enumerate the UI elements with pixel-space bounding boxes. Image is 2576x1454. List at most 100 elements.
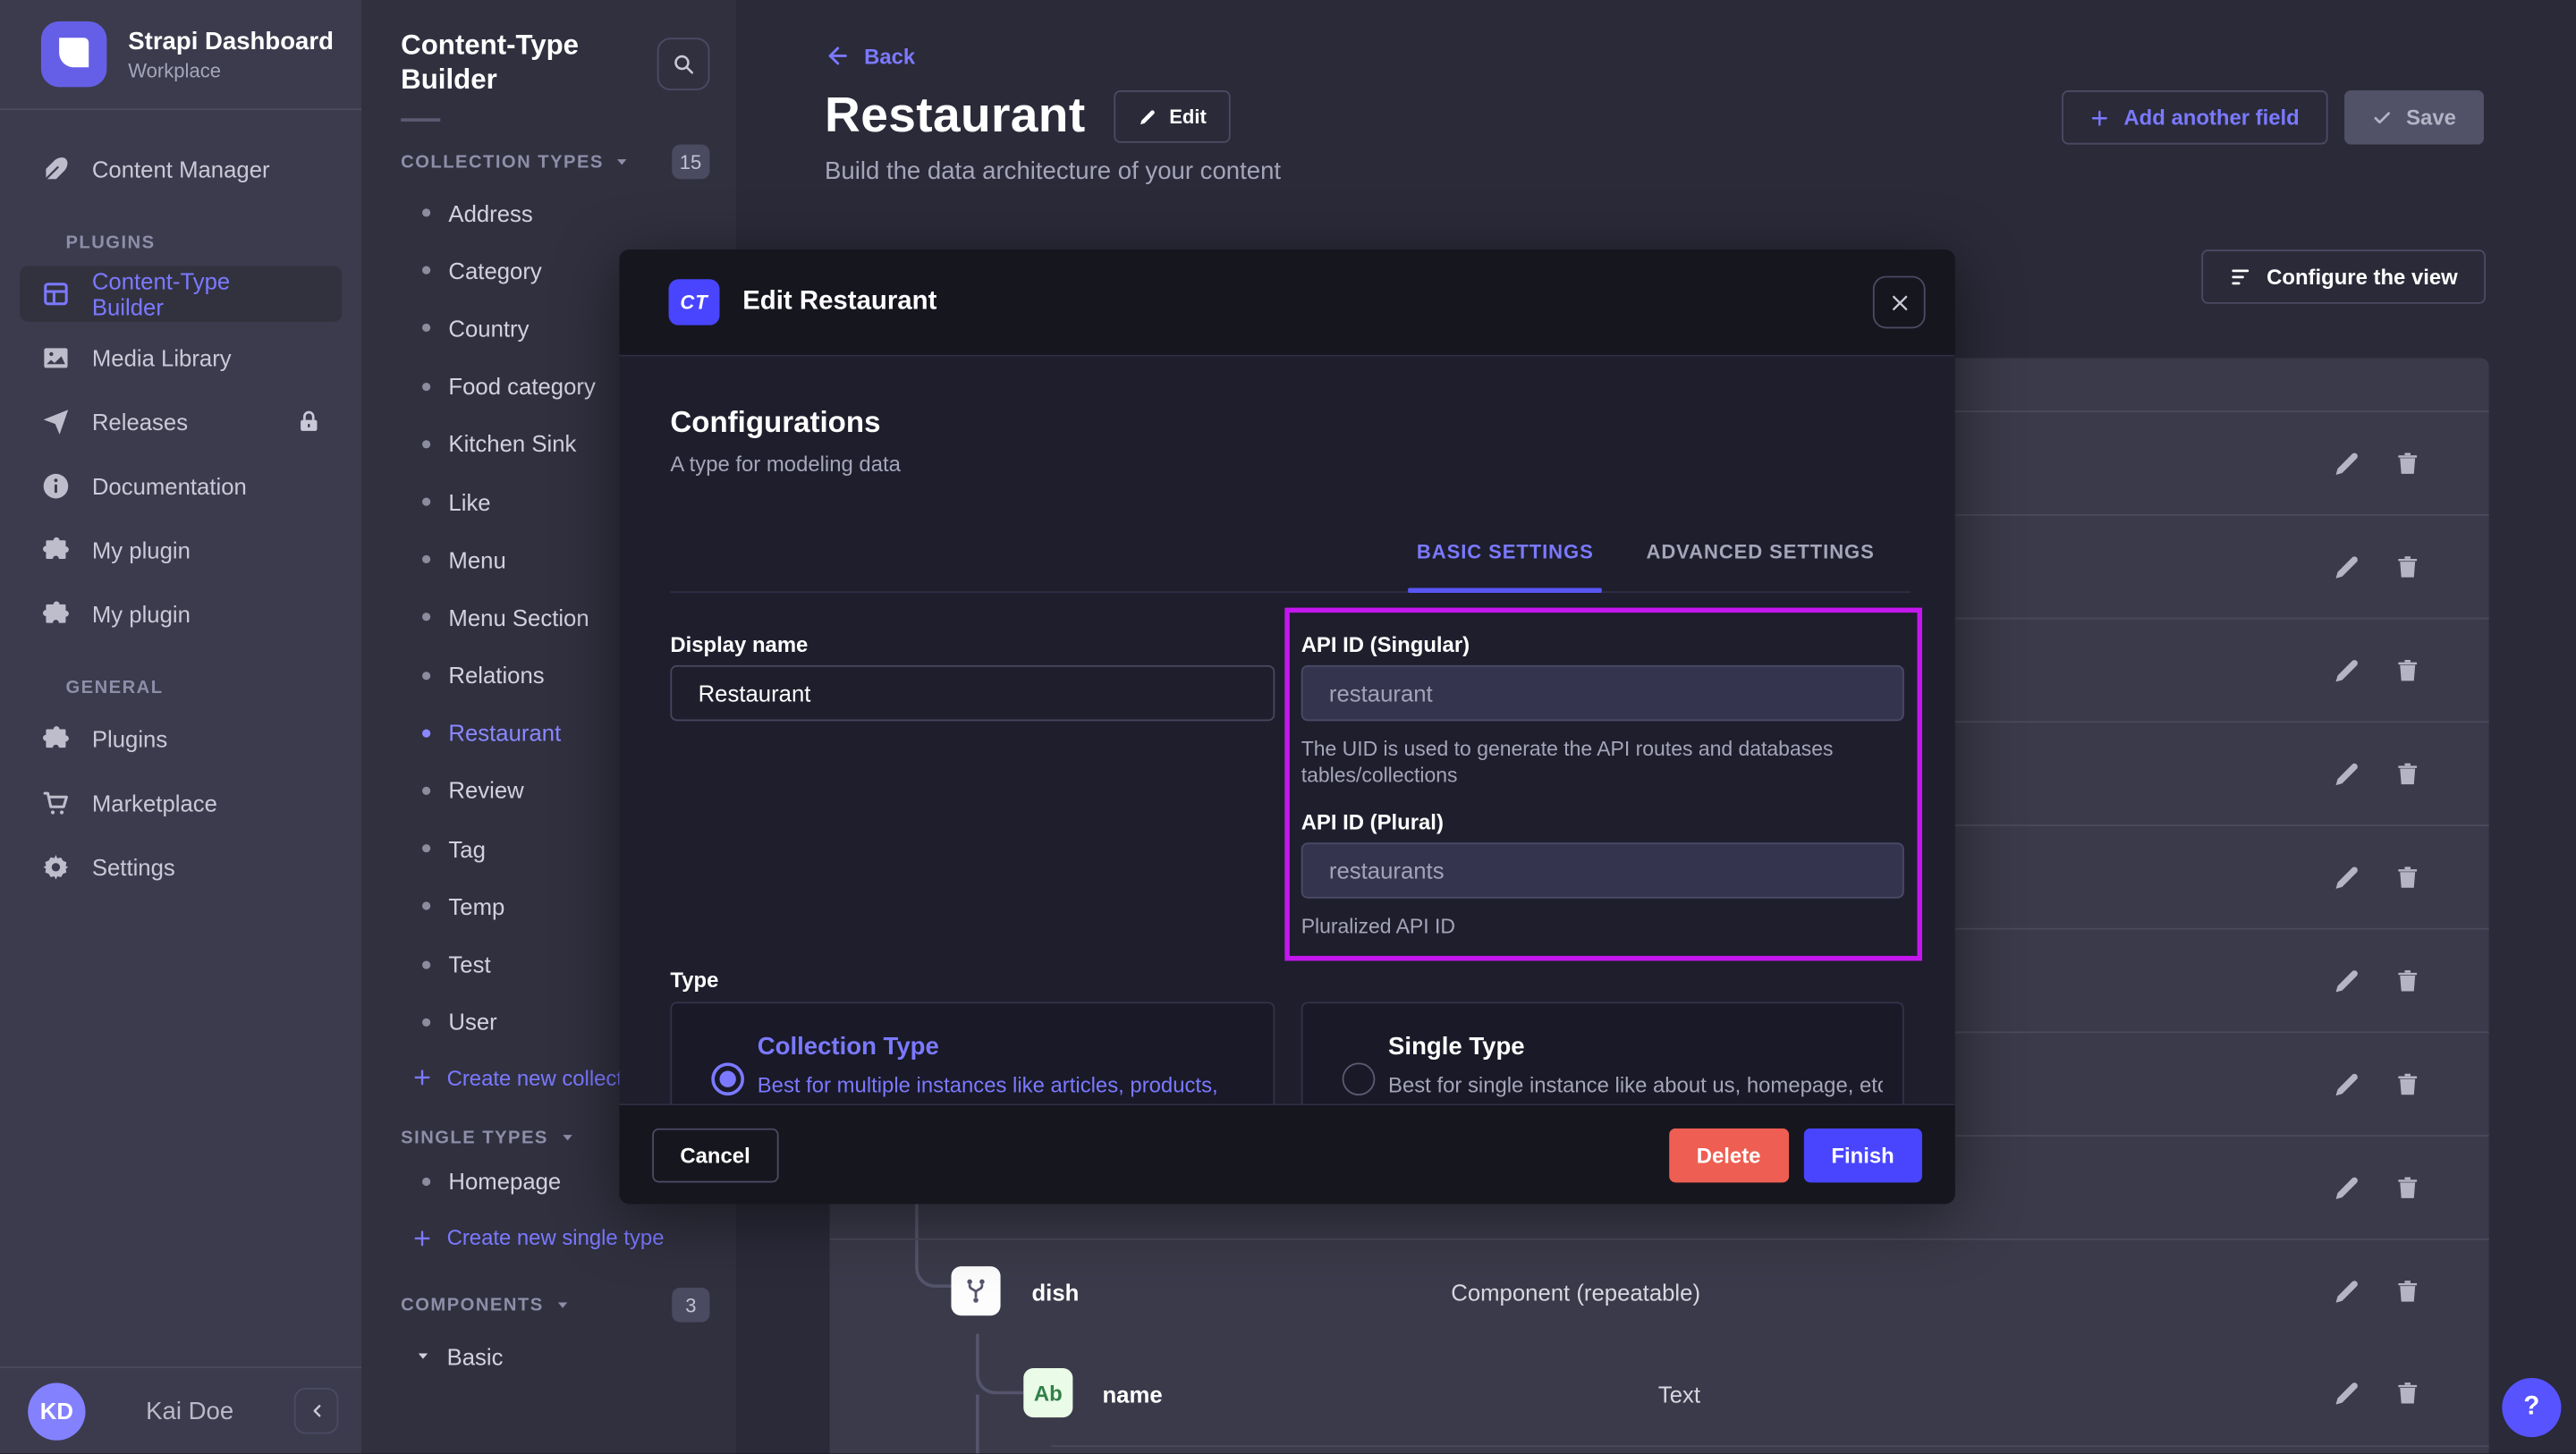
type-label: Type (670, 968, 718, 993)
sidebar-item-content-manager[interactable]: Content Manager (20, 141, 342, 197)
item-icon (41, 536, 71, 565)
bullet-icon (422, 613, 430, 621)
settings-tab[interactable]: ADVANCED SETTINGS (1638, 540, 1883, 591)
delete-field-button[interactable] (2394, 760, 2421, 788)
edit-field-button[interactable] (2333, 1278, 2360, 1306)
components-count: 3 (672, 1288, 709, 1323)
sidebar-item[interactable]: My plugin (20, 522, 342, 578)
general-nav-list: Plugins Marketplace Settings (0, 711, 361, 895)
collection-types-section-header: COLLECTION TYPES 15 (361, 145, 736, 180)
create-single-type-link[interactable]: Create new single type (361, 1211, 736, 1265)
collection-type-label: User (448, 1009, 496, 1035)
pencil-icon (2333, 760, 2360, 788)
delete-field-button[interactable] (2394, 864, 2421, 892)
plus-icon (412, 1228, 432, 1247)
item-icon (41, 724, 71, 754)
field-type-badge-icon: Ab (1023, 1368, 1072, 1417)
filter-icon (2229, 266, 2252, 289)
add-another-field-button[interactable]: Add another field (2062, 90, 2327, 145)
bullet-icon (422, 1018, 430, 1026)
edit-field-button[interactable] (2333, 450, 2360, 478)
sidebar-item[interactable]: My plugin (20, 587, 342, 642)
app-sidebar: Strapi Dashboard Workplace Content Manag… (0, 0, 361, 1454)
sidebar-item[interactable]: Plugins (20, 711, 342, 766)
delete-field-button[interactable] (2394, 1071, 2421, 1099)
pencil-icon (2333, 1174, 2360, 1202)
delete-field-button[interactable] (2394, 657, 2421, 685)
trash-icon (2394, 657, 2421, 685)
collection-type-label: Tag (448, 835, 485, 861)
delete-field-button[interactable] (2394, 554, 2421, 581)
collection-type-item[interactable]: Address (361, 184, 736, 242)
bullet-icon (422, 960, 430, 968)
trash-icon (2394, 1380, 2421, 1408)
sidebar-item[interactable]: Documentation (20, 458, 342, 513)
single-types-label[interactable]: SINGLE TYPES (401, 1128, 548, 1147)
edit-field-button[interactable] (2333, 1071, 2360, 1099)
radio-icon[interactable] (1343, 1062, 1376, 1095)
delete-button[interactable]: Delete (1669, 1128, 1789, 1182)
delete-field-button[interactable] (2394, 968, 2421, 995)
collapse-sidebar-button[interactable] (294, 1388, 339, 1433)
page-title: Restaurant (825, 89, 1086, 144)
field-type: Component (repeatable) (1372, 1240, 1700, 1344)
components-group-basic[interactable]: Basic (361, 1327, 736, 1384)
collection-type-label: Review (448, 778, 523, 804)
api-id-singular-hint: The UID is used to generate the API rout… (1301, 736, 1904, 789)
finish-button[interactable]: Finish (1803, 1128, 1922, 1182)
page-subtitle: Build the data architecture of your cont… (825, 157, 2576, 185)
delete-field-button[interactable] (2394, 1380, 2421, 1408)
search-button[interactable] (657, 38, 710, 90)
modal-header: CT Edit Restaurant (619, 249, 1954, 356)
edit-field-button[interactable] (2333, 657, 2360, 685)
table-row: Ab name Text (830, 1342, 2489, 1446)
edit-field-button[interactable] (2333, 1174, 2360, 1202)
settings-tab[interactable]: BASIC SETTINGS (1409, 540, 1602, 591)
collection-type-label: Country (448, 316, 529, 342)
delete-field-button[interactable] (2394, 1174, 2421, 1202)
back-link[interactable]: Back (825, 43, 915, 69)
cancel-button[interactable]: Cancel (652, 1128, 778, 1182)
api-id-singular-input[interactable] (1301, 665, 1904, 721)
sidebar-item[interactable]: Marketplace (20, 775, 342, 831)
edit-field-button[interactable] (2333, 760, 2360, 788)
close-modal-button[interactable] (1873, 276, 1926, 329)
display-name-input[interactable] (670, 665, 1275, 721)
trash-icon (2394, 1174, 2421, 1202)
trash-icon (2394, 554, 2421, 581)
edit-restaurant-modal: CT Edit Restaurant Configurations A type… (619, 249, 1954, 1204)
item-icon (41, 343, 71, 373)
trash-icon (2394, 1278, 2421, 1306)
edit-field-button[interactable] (2333, 864, 2360, 892)
collection-type-title: Collection Type (758, 1033, 939, 1061)
sidebar-item[interactable]: Content-Type Builder (20, 266, 342, 322)
help-button[interactable]: ? (2502, 1378, 2561, 1437)
radio-icon[interactable] (711, 1062, 744, 1095)
plus-icon (412, 1068, 432, 1087)
collection-type-label: Menu Section (448, 604, 589, 630)
api-id-plural-input[interactable] (1301, 842, 1904, 898)
configurations-subtitle: A type for modeling data (670, 452, 901, 477)
edit-field-button[interactable] (2333, 554, 2360, 581)
delete-field-button[interactable] (2394, 1278, 2421, 1306)
sidebar-item[interactable]: Media Library (20, 330, 342, 385)
collection-type-label: Relations (448, 662, 544, 688)
bullet-icon (422, 208, 430, 216)
configure-view-button[interactable]: Configure the view (2201, 249, 2486, 304)
collection-types-label[interactable]: COLLECTION TYPES (401, 152, 604, 172)
edit-field-button[interactable] (2333, 1380, 2360, 1408)
section-label-general: GENERAL (65, 679, 361, 698)
delete-field-button[interactable] (2394, 450, 2421, 478)
workspace-brand[interactable]: Strapi Dashboard Workplace (0, 0, 361, 108)
components-label[interactable]: COMPONENTS (401, 1295, 544, 1315)
save-button[interactable]: Save (2343, 90, 2484, 145)
edit-button[interactable]: Edit (1114, 90, 1232, 143)
sidebar-item[interactable]: Releases (20, 394, 342, 450)
workspace-title: Strapi Dashboard (128, 27, 334, 56)
bullet-icon (422, 729, 430, 737)
pencil-icon (1138, 107, 1156, 125)
avatar[interactable]: KD (28, 1382, 85, 1440)
field-type-badge-icon (951, 1266, 1000, 1315)
edit-field-button[interactable] (2333, 968, 2360, 995)
sidebar-item[interactable]: Settings (20, 840, 342, 895)
